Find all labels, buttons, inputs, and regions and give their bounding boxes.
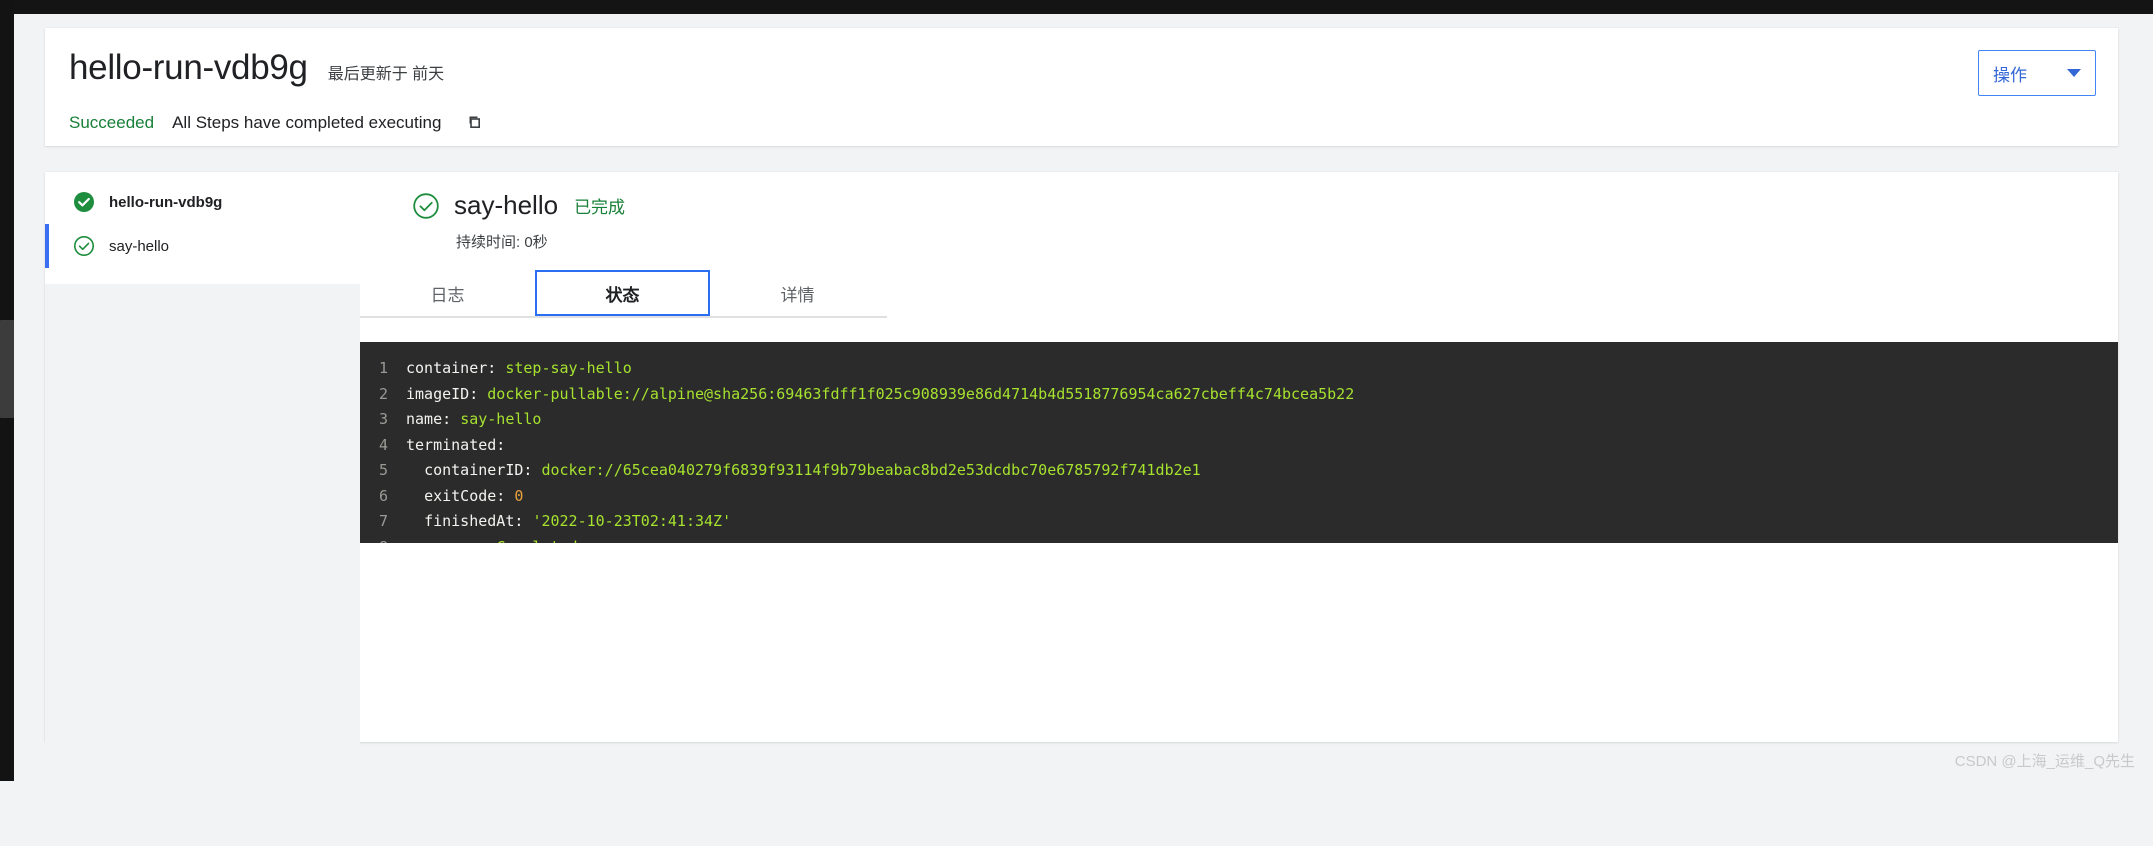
status-message: All Steps have completed executing — [172, 113, 442, 132]
run-body-card: hello-run-vdb9g say-hello say-hello 已完成 … — [45, 172, 2118, 846]
page-title: hello-run-vdb9g — [69, 48, 308, 87]
step-name: say-hello — [454, 190, 559, 220]
yaml-key: terminated: — [406, 435, 506, 454]
code-line: 7 finishedAt: '2022-10-23T02:41:34Z' — [360, 509, 2118, 535]
line-number: 1 — [378, 359, 388, 377]
line-number: 3 — [378, 410, 388, 428]
yaml-value: '2022-10-23T02:41:34Z' — [532, 512, 732, 530]
code-line-text: exitCode: 0 — [406, 484, 523, 510]
code-line-text: terminated: — [406, 433, 505, 459]
yaml-value: Completed — [496, 538, 577, 544]
tree-spacer — [45, 268, 360, 284]
tree-item-step-say-hello[interactable]: say-hello — [45, 224, 360, 268]
line-number: 2 — [378, 384, 388, 403]
copy-icon[interactable] — [461, 110, 487, 136]
code-line-text: reason: Completed — [406, 535, 578, 544]
tree-item-label: hello-run-vdb9g — [109, 193, 223, 211]
check-circle-filled-icon — [73, 191, 95, 213]
tab-logs[interactable]: 日志 — [360, 270, 535, 316]
code-line: 1 container: step-say-hello — [360, 356, 2118, 382]
status-row: Succeeded All Steps have completed execu… — [69, 110, 487, 136]
tree-item-pipelinerun[interactable]: hello-run-vdb9g — [45, 180, 360, 224]
yaml-key: imageID: — [406, 384, 479, 403]
page-scrollbar[interactable] — [0, 0, 14, 781]
line-number: 8 — [360, 535, 406, 544]
code-line: 6 exitCode: 0 — [360, 484, 2118, 510]
check-circle-outline-icon — [73, 235, 95, 257]
yaml-key: reason: — [424, 538, 487, 544]
last-updated-label: 最后更新于 前天 — [327, 66, 445, 83]
tabs-container: 日志 状态 详情 — [360, 270, 887, 318]
yaml-value: step-say-hello — [505, 359, 632, 377]
yaml-value: say-hello — [460, 410, 542, 428]
code-line: 5 containerID: docker://65cea040279f6839… — [360, 458, 2118, 484]
tab-details[interactable]: 详情 — [710, 270, 885, 316]
code-line: 2 imageID: docker-pullable://alpine@sha25… — [360, 382, 2118, 408]
step-detail-pane: say-hello 已完成 持续时间: 0秒 日志 状态 详情 1 contain… — [360, 172, 2118, 742]
line-number: 6 — [378, 486, 388, 505]
code-line: 3 name: say-hello — [360, 407, 2118, 433]
yaml-value: docker://65cea040279f6839f93114f9b79beab… — [541, 461, 1201, 479]
run-header-card: hello-run-vdb9g 最后更新于 前天 Succeeded All S… — [45, 28, 2118, 146]
code-line-text: name: say-hello — [406, 407, 541, 433]
step-duration: 持续时间: 0秒 — [456, 234, 548, 251]
yaml-key: exitCode: — [424, 486, 506, 505]
page-top-edge — [0, 0, 2153, 14]
line-number: 7 — [378, 512, 388, 530]
yaml-value: 0 — [514, 486, 524, 505]
actions-button[interactable]: 操作 — [1978, 50, 2096, 96]
check-circle-outline-icon — [412, 192, 440, 220]
step-state-badge: 已完成 — [574, 198, 626, 217]
yaml-key: containerID: — [424, 461, 533, 479]
task-tree-sidebar: hello-run-vdb9g say-hello — [45, 172, 360, 846]
code-line-text: container: step-say-hello — [406, 356, 632, 382]
scrollbar-thumb[interactable] — [0, 320, 14, 418]
yaml-value: docker-pullable://alpine@sha256:69463fdf… — [487, 384, 1355, 403]
tab-status[interactable]: 状态 — [535, 270, 710, 316]
yaml-key: container: — [406, 359, 497, 377]
status-badge: Succeeded — [69, 113, 155, 132]
chevron-down-icon — [2067, 69, 2081, 77]
status-yaml-block: 1 container: step-say-hello 2 imageID: dock… — [360, 342, 2118, 543]
line-number: 4 — [378, 435, 388, 454]
yaml-key: name: — [406, 410, 452, 428]
code-line-text: finishedAt: '2022-10-23T02:41:34Z' — [406, 509, 731, 535]
code-line: 8 reason: Completed — [360, 535, 2118, 544]
step-header: say-hello 已完成 — [360, 190, 2118, 221]
code-line-text: containerID: docker://65cea040279f6839f9… — [406, 458, 1201, 484]
title-row: hello-run-vdb9g 最后更新于 前天 — [69, 44, 444, 92]
line-number: 5 — [378, 461, 388, 479]
watermark: CSDN @上海_运维_Q先生 — [1954, 753, 2135, 770]
yaml-key: finishedAt: — [424, 512, 524, 530]
tree-item-label: say-hello — [109, 237, 170, 255]
code-line: 4 terminated: — [360, 433, 2118, 459]
tree-empty-area — [45, 284, 360, 846]
actions-button-label: 操作 — [1993, 65, 2027, 85]
code-line-text: imageID: docker-pullable://alpine@sha256… — [406, 382, 1354, 408]
tabs: 日志 状态 详情 — [360, 270, 887, 318]
